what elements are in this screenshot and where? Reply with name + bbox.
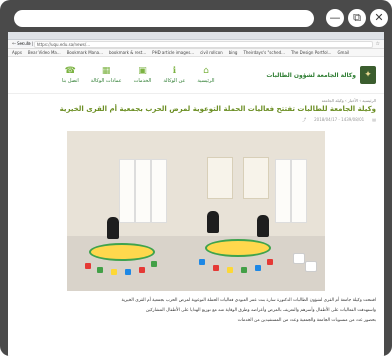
article-meta: ⤴ 2018/04/17 - 1439/08/01 ▤ — [8, 115, 384, 125]
menu-item-label: عمادات الوكالة — [90, 78, 122, 84]
bookmark-item[interactable]: Bear Video Ma... — [28, 49, 61, 56]
photo-panel — [275, 159, 291, 223]
bookmark-item[interactable]: civil rollcon — [200, 49, 223, 56]
bookmark-item[interactable]: The Design Portfol... — [291, 49, 332, 56]
photo-panel — [135, 159, 151, 223]
bookmark-item[interactable]: bookmark & rest... — [109, 49, 146, 56]
photo-panel — [119, 159, 135, 223]
app-window: — ⧉ ✕ Secure | https://uqu.edu.sa ← → ↻ … — [0, 0, 392, 356]
photo-chair — [139, 267, 145, 273]
article-photo — [67, 131, 325, 291]
article-date: 2018/04/17 - 1439/08/01 — [314, 117, 365, 122]
photo-person — [257, 215, 269, 237]
bookmarks-bar: Apps Bear Video Ma... Bookmark Mana... b… — [8, 49, 384, 57]
calendar-icon: ▤ — [372, 117, 376, 122]
share-icon[interactable]: ⤴ — [302, 117, 306, 123]
photo-person — [107, 217, 119, 239]
photo-chair — [267, 259, 273, 265]
menu-item-home[interactable]: ⌂ الرئيسية — [197, 66, 214, 84]
university-logo-icon: ✦ — [360, 66, 376, 84]
phone-icon: ☎ — [64, 66, 76, 76]
article-title: وكيلة الجامعة للطالبات تفتتح فعاليات الح… — [59, 105, 376, 113]
browser-viewport: Secure | https://uqu.edu.sa ← → ↻ https:… — [8, 32, 384, 356]
menu-item-deanships[interactable]: ▦ عمادات الوكالة — [91, 66, 122, 84]
bookmark-item[interactable]: PHD article images... — [152, 49, 194, 56]
bookmark-item[interactable]: Gmail — [337, 49, 349, 56]
photo-panel — [151, 159, 167, 223]
photo-chair — [151, 261, 157, 267]
menu-item-label: اتصل بنا — [61, 78, 79, 84]
site-header: ☎ اتصل بنا ▦ عمادات الوكالة ▣ الخدمات ℹ … — [8, 57, 384, 94]
restore-icon[interactable]: ⧉ — [348, 9, 366, 27]
bookmark-item[interactable]: Bookmark Mana... — [67, 49, 103, 56]
building-icon: ▦ — [101, 66, 111, 76]
reload-icon[interactable]: ↻ — [26, 41, 30, 47]
article-paragraph: بحضور عدد من منسوبات الجامعة والجمعية وع… — [237, 318, 376, 323]
photo-chair — [227, 267, 233, 273]
photo-cake — [293, 253, 305, 264]
brand-name: وكالة الجامعة لشؤون الطالبات — [266, 71, 356, 79]
star-icon[interactable]: ☆ — [376, 41, 380, 47]
photo-chair — [85, 263, 91, 269]
minimize-icon[interactable]: — — [326, 9, 344, 27]
url-field[interactable]: https://uqu.edu.sa/news/... — [33, 40, 373, 48]
article-body: افتتحت وكيلة جامعة أم القرى لشؤون الطالب… — [8, 291, 384, 324]
forward-icon[interactable]: → — [19, 41, 23, 47]
site-brand[interactable]: وكالة الجامعة لشؤون الطالبات ✦ — [266, 66, 376, 84]
photo-person — [207, 211, 219, 233]
menu-item-label: الخدمات — [133, 78, 152, 84]
photo-chair — [125, 269, 131, 275]
menu-item-label: الرئيسية — [197, 78, 215, 84]
photo-chair — [213, 265, 219, 271]
photo-chair — [111, 269, 117, 275]
browser-tab-strip: Secure | https://uqu.edu.sa — [8, 32, 384, 47]
photo-banner — [207, 157, 233, 199]
photo-table — [89, 243, 155, 261]
home-icon: ⌂ — [203, 66, 209, 76]
article-paragraph: افتتحت وكيلة جامعة أم القرى لشؤون الطالب… — [121, 298, 376, 303]
article-paragraph: واستهدفت الفعاليات على الأطفال وأسرهم وا… — [145, 308, 376, 313]
menu-item-services[interactable]: ▣ الخدمات — [134, 66, 152, 84]
address-bar: ← → ↻ https://uqu.edu.sa/news/... ☆ — [8, 40, 384, 49]
menu-item-about[interactable]: ℹ عن الوكالة — [163, 66, 185, 84]
breadcrumb[interactable]: الرئيسية › الأخبار › وكيلة الجامعة — [8, 94, 384, 103]
back-icon[interactable]: ← — [12, 41, 16, 47]
photo-panel — [291, 159, 307, 223]
photo-table — [205, 239, 271, 257]
photo-cake — [305, 261, 317, 272]
bookmark-item[interactable]: bing — [229, 49, 238, 56]
search-bar[interactable] — [14, 10, 314, 27]
main-menu: ☎ اتصل بنا ▦ عمادات الوكالة ▣ الخدمات ℹ … — [16, 66, 260, 84]
photo-chair — [255, 265, 261, 271]
menu-item-contact[interactable]: ☎ اتصل بنا — [62, 66, 79, 84]
photo-chair — [97, 267, 103, 273]
services-icon: ▣ — [138, 66, 147, 76]
info-icon: ℹ — [172, 66, 177, 76]
bookmark-item[interactable]: Theirdays's "sched... — [243, 49, 285, 56]
photo-banner — [243, 157, 269, 199]
photo-chair — [241, 267, 247, 273]
close-icon[interactable]: ✕ — [370, 9, 388, 27]
bookmark-item[interactable]: Apps — [12, 49, 22, 56]
menu-item-label: عن الوكالة — [163, 78, 186, 84]
photo-chair — [199, 259, 205, 265]
